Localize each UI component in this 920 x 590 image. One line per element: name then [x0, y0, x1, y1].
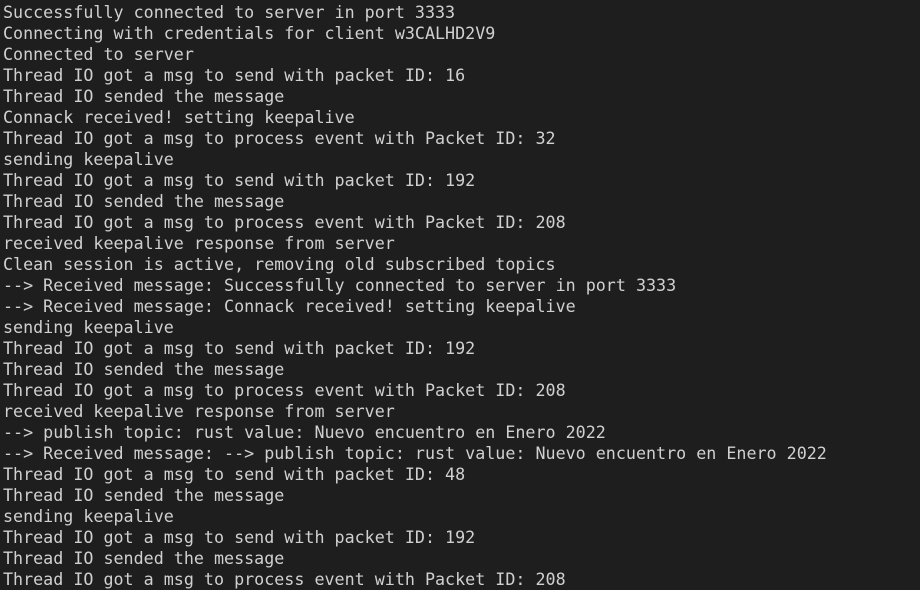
terminal-line: Thread IO got a msg to process event wit…: [3, 212, 566, 232]
terminal-line: Thread IO got a msg to process event wit…: [3, 128, 556, 148]
terminal-line: Connected to server: [3, 44, 194, 64]
terminal-line: Thread IO sended the message: [3, 359, 285, 379]
terminal-line: Thread IO got a msg to send with packet …: [3, 527, 476, 547]
terminal-line: --> publish topic: rust value: Nuevo enc…: [3, 422, 606, 442]
terminal-line: sending keepalive: [3, 506, 174, 526]
terminal-line: Thread IO got a msg to process event wit…: [3, 569, 566, 589]
terminal-output[interactable]: Successfully connected to server in port…: [0, 0, 920, 590]
terminal-line: Thread IO sended the message: [3, 548, 285, 568]
terminal-line: received keepalive response from server: [3, 233, 395, 253]
terminal-line: Successfully connected to server in port…: [3, 2, 456, 22]
terminal-line: Clean session is active, removing old su…: [3, 254, 556, 274]
terminal-line: --> Received message: Connack received! …: [3, 296, 576, 316]
terminal-line: received keepalive response from server: [3, 401, 395, 421]
terminal-line: Connecting with credentials for client w…: [3, 23, 496, 43]
terminal-line: Thread IO got a msg to send with packet …: [3, 65, 466, 85]
terminal-line: Thread IO got a msg to send with packet …: [3, 338, 476, 358]
terminal-line: Thread IO got a msg to send with packet …: [3, 464, 466, 484]
terminal-line: sending keepalive: [3, 317, 174, 337]
terminal-line: --> Received message: Successfully conne…: [3, 275, 677, 295]
terminal-line: Thread IO sended the message: [3, 191, 285, 211]
terminal-line: Thread IO got a msg to send with packet …: [3, 170, 476, 190]
terminal-line: --> Received message: --> publish topic:…: [3, 443, 827, 463]
terminal-line: Thread IO sended the message: [3, 86, 285, 106]
terminal-line: Thread IO got a msg to process event wit…: [3, 380, 566, 400]
terminal-line: sending keepalive: [3, 149, 174, 169]
terminal-line: Connack received! setting keepalive: [3, 107, 355, 127]
terminal-line: Thread IO sended the message: [3, 485, 285, 505]
